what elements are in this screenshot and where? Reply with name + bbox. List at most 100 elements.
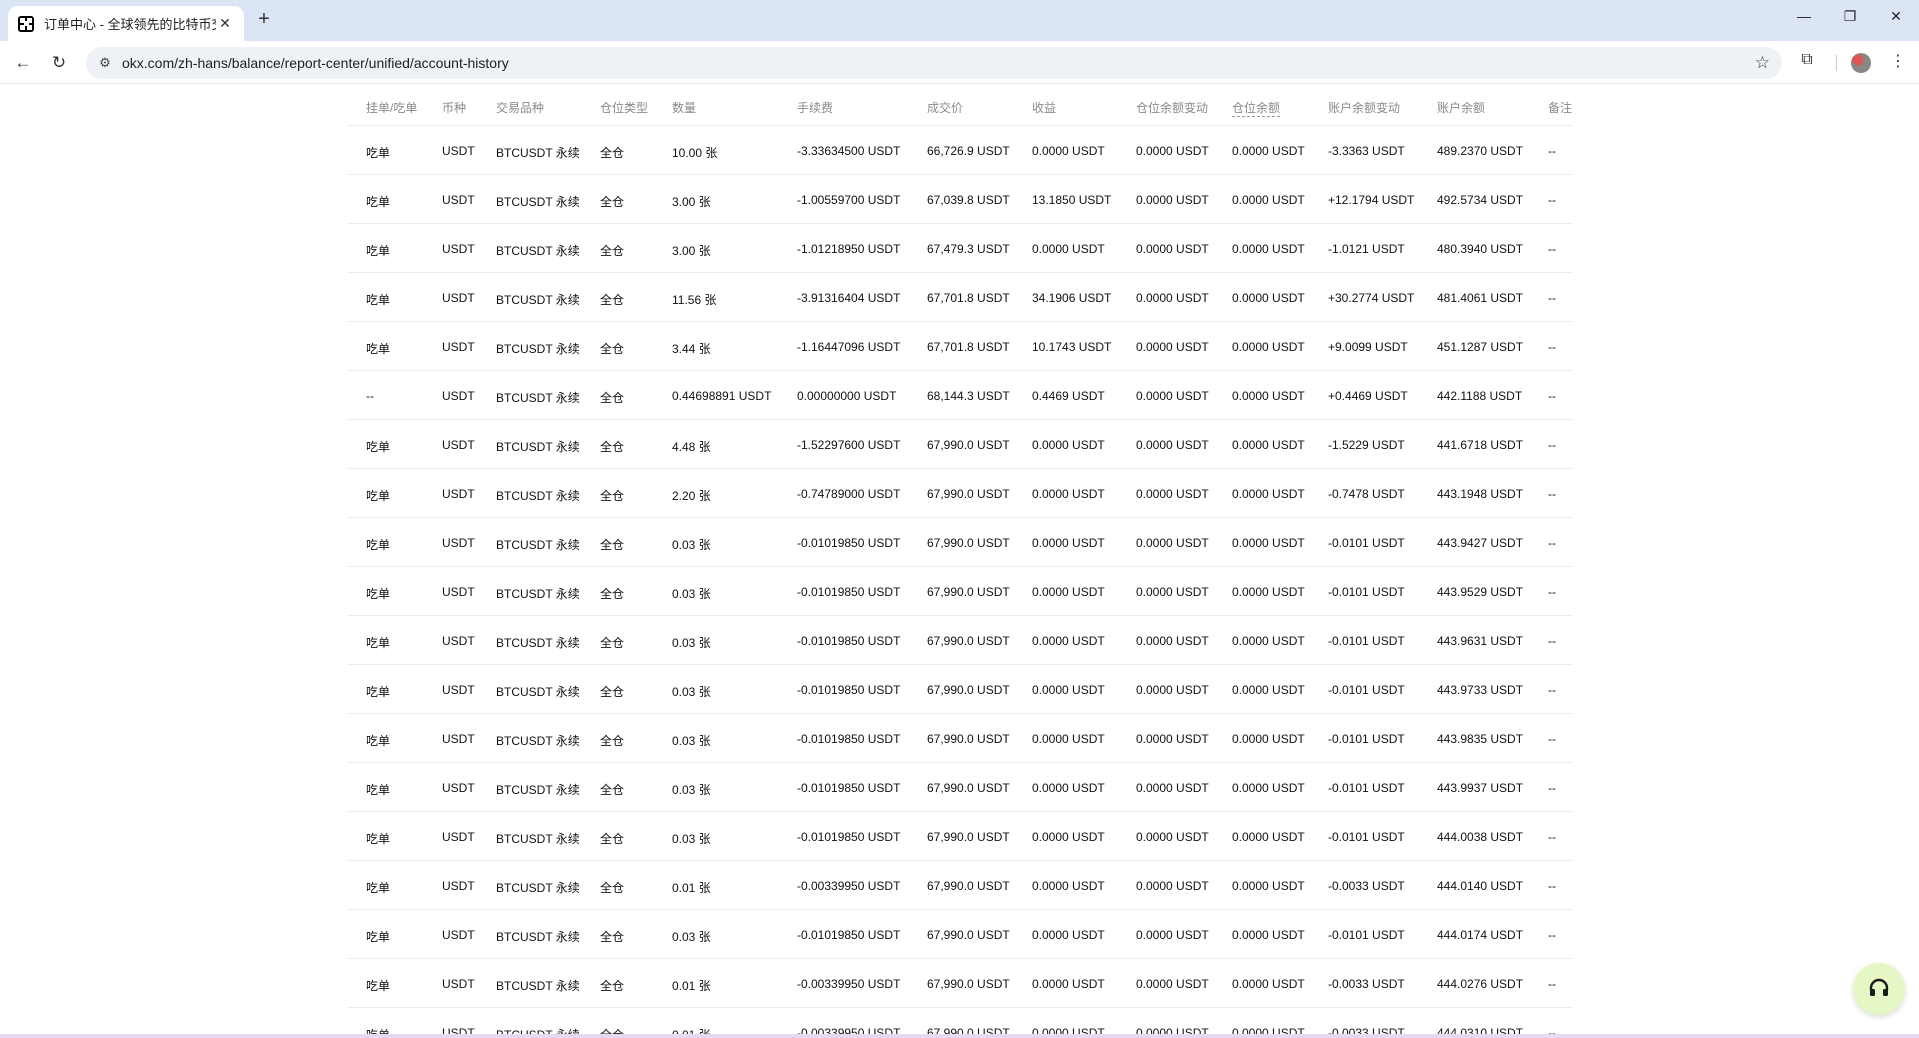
cell-quantity: 0.03 张 bbox=[672, 734, 711, 748]
cell-account-balance-change: +30.2774 USDT bbox=[1328, 291, 1415, 305]
cell-fill-price: 68,144.3 USDT bbox=[927, 389, 1010, 403]
cell-margin-mode: 全仓 bbox=[600, 587, 625, 601]
cell-position-balance-change: 0.0000 USDT bbox=[1136, 536, 1209, 550]
profile-avatar[interactable] bbox=[1851, 53, 1871, 73]
cell-account-balance: 441.6718 USDT bbox=[1437, 438, 1524, 452]
cell-fill-price: 67,990.0 USDT bbox=[927, 634, 1010, 648]
cell-position-balance-change: 0.0000 USDT bbox=[1136, 879, 1209, 893]
cell-remark: -- bbox=[1548, 830, 1556, 844]
cell-currency: USDT bbox=[442, 683, 475, 697]
cell-fill-price: 66,726.9 USDT bbox=[927, 144, 1010, 158]
cell-position-balance: 0.0000 USDT bbox=[1232, 830, 1305, 844]
cell-account-balance: 444.0038 USDT bbox=[1437, 830, 1524, 844]
header-position-balance[interactable]: 仓位余额 bbox=[1232, 99, 1281, 117]
site-info-icon[interactable]: ⚙ bbox=[96, 54, 114, 72]
cell-account-balance-change: -0.0033 USDT bbox=[1328, 879, 1405, 893]
minimize-button[interactable]: — bbox=[1792, 8, 1816, 24]
cell-maker-taker: 吃单 bbox=[366, 881, 391, 895]
cell-pnl: 0.0000 USDT bbox=[1032, 634, 1105, 648]
cell-account-balance: 443.9733 USDT bbox=[1437, 683, 1524, 697]
cell-remark: -- bbox=[1548, 438, 1556, 452]
cell-instrument: BTCUSDT 永续 bbox=[496, 636, 580, 650]
cell-maker-taker: 吃单 bbox=[366, 587, 391, 601]
back-button[interactable]: ← bbox=[10, 50, 36, 76]
cell-margin-mode: 全仓 bbox=[600, 391, 625, 405]
cell-currency: USDT bbox=[442, 830, 475, 844]
table-row: 吃单 USDT BTCUSDT 永续 全仓 0.03 张 -0.01019850 USDT… bbox=[348, 616, 1572, 665]
cell-quantity: 3.00 张 bbox=[672, 195, 711, 209]
account-history-table: 挂单/吃单 币种 交易品种 仓位类型 数量 手续费 成交价 收益 仓位余额变动 仓位余额 账户余额变… bbox=[348, 84, 1572, 1038]
cell-maker-taker: 吃单 bbox=[366, 293, 391, 307]
cell-fee: -0.01019850 USDT bbox=[797, 536, 901, 550]
cell-fee: -1.01218950 USDT bbox=[797, 242, 901, 256]
cell-fee: -1.00559700 USDT bbox=[797, 193, 901, 207]
cell-fill-price: 67,990.0 USDT bbox=[927, 781, 1010, 795]
cell-position-balance: 0.0000 USDT bbox=[1232, 732, 1305, 746]
extensions-icon[interactable]: ⧉ bbox=[1795, 51, 1819, 69]
address-bar[interactable]: ⚙ okx.com/zh-hans/balance/report-center/… bbox=[86, 47, 1782, 79]
cell-account-balance: 443.9835 USDT bbox=[1437, 732, 1524, 746]
cell-position-balance: 0.0000 USDT bbox=[1232, 977, 1305, 991]
reload-button[interactable]: ↻ bbox=[46, 50, 72, 76]
cell-pnl: 0.0000 USDT bbox=[1032, 928, 1105, 942]
cell-account-balance: 443.1948 USDT bbox=[1437, 487, 1524, 501]
cell-margin-mode: 全仓 bbox=[600, 783, 625, 797]
cell-quantity: 0.03 张 bbox=[672, 636, 711, 650]
cell-fill-price: 67,479.3 USDT bbox=[927, 242, 1010, 256]
cell-fee: -0.00339950 USDT bbox=[797, 879, 901, 893]
cell-fill-price: 67,990.0 USDT bbox=[927, 683, 1010, 697]
table-row: 吃单 USDT BTCUSDT 永续 全仓 3.00 张 -1.01218950 USDT… bbox=[348, 224, 1572, 273]
close-window-button[interactable]: ✕ bbox=[1884, 8, 1908, 25]
header-currency: 币种 bbox=[442, 101, 467, 115]
cell-margin-mode: 全仓 bbox=[600, 636, 625, 650]
cell-pnl: 34.1906 USDT bbox=[1032, 291, 1112, 305]
cell-instrument: BTCUSDT 永续 bbox=[496, 734, 580, 748]
cell-quantity: 0.03 张 bbox=[672, 685, 711, 699]
cell-account-balance-change: -0.0101 USDT bbox=[1328, 536, 1405, 550]
restore-button[interactable]: ❐ bbox=[1838, 8, 1862, 25]
cell-position-balance-change: 0.0000 USDT bbox=[1136, 781, 1209, 795]
new-tab-button[interactable]: + bbox=[252, 8, 276, 32]
cell-currency: USDT bbox=[442, 291, 475, 305]
cell-fee: -0.01019850 USDT bbox=[797, 585, 901, 599]
cell-position-balance-change: 0.0000 USDT bbox=[1136, 928, 1209, 942]
cell-instrument: BTCUSDT 永续 bbox=[496, 930, 580, 944]
cell-currency: USDT bbox=[442, 340, 475, 354]
cell-pnl: 0.0000 USDT bbox=[1032, 536, 1105, 550]
cell-maker-taker: 吃单 bbox=[366, 930, 391, 944]
tab-close-icon[interactable]: ✕ bbox=[216, 15, 234, 32]
cell-quantity: 0.44698891 USDT bbox=[672, 389, 772, 403]
url-text[interactable]: okx.com/zh-hans/balance/report-center/un… bbox=[122, 55, 509, 71]
page-bottom-edge bbox=[0, 1034, 1919, 1038]
cell-fee: -0.74789000 USDT bbox=[797, 487, 901, 501]
cell-remark: -- bbox=[1548, 732, 1556, 746]
cell-account-balance-change: -3.3363 USDT bbox=[1328, 144, 1405, 158]
browser-tab-strip: 订单中心 - 全球领先的比特币交 ✕ + — ❐ ✕ bbox=[0, 0, 1919, 41]
header-account-balance: 账户余额 bbox=[1437, 101, 1486, 115]
browser-menu-icon[interactable]: ⋮ bbox=[1886, 51, 1910, 71]
cell-remark: -- bbox=[1548, 340, 1556, 354]
cell-instrument: BTCUSDT 永续 bbox=[496, 146, 580, 160]
cell-currency: USDT bbox=[442, 928, 475, 942]
cell-quantity: 0.03 张 bbox=[672, 832, 711, 846]
cell-margin-mode: 全仓 bbox=[600, 979, 625, 993]
bookmark-star-icon[interactable]: ☆ bbox=[1755, 53, 1770, 73]
cell-account-balance: 481.4061 USDT bbox=[1437, 291, 1524, 305]
header-quantity: 数量 bbox=[672, 101, 697, 115]
cell-quantity: 0.01 张 bbox=[672, 881, 711, 895]
browser-tab-active[interactable]: 订单中心 - 全球领先的比特币交 ✕ bbox=[8, 6, 244, 41]
cell-currency: USDT bbox=[442, 536, 475, 550]
cell-fill-price: 67,701.8 USDT bbox=[927, 291, 1010, 305]
cell-remark: -- bbox=[1548, 585, 1556, 599]
cell-margin-mode: 全仓 bbox=[600, 538, 625, 552]
cell-account-balance: 444.0174 USDT bbox=[1437, 928, 1524, 942]
cell-account-balance-change: -0.0101 USDT bbox=[1328, 585, 1405, 599]
cell-currency: USDT bbox=[442, 585, 475, 599]
cell-fee: -0.01019850 USDT bbox=[797, 732, 901, 746]
cell-pnl: 0.0000 USDT bbox=[1032, 487, 1105, 501]
cell-instrument: BTCUSDT 永续 bbox=[496, 832, 580, 846]
customer-support-button[interactable] bbox=[1853, 963, 1905, 1015]
table-row: 吃单 USDT BTCUSDT 永续 全仓 10.00 张 -3.33634500 USD… bbox=[348, 126, 1572, 175]
cell-fill-price: 67,039.8 USDT bbox=[927, 193, 1010, 207]
cell-fee: -0.01019850 USDT bbox=[797, 781, 901, 795]
